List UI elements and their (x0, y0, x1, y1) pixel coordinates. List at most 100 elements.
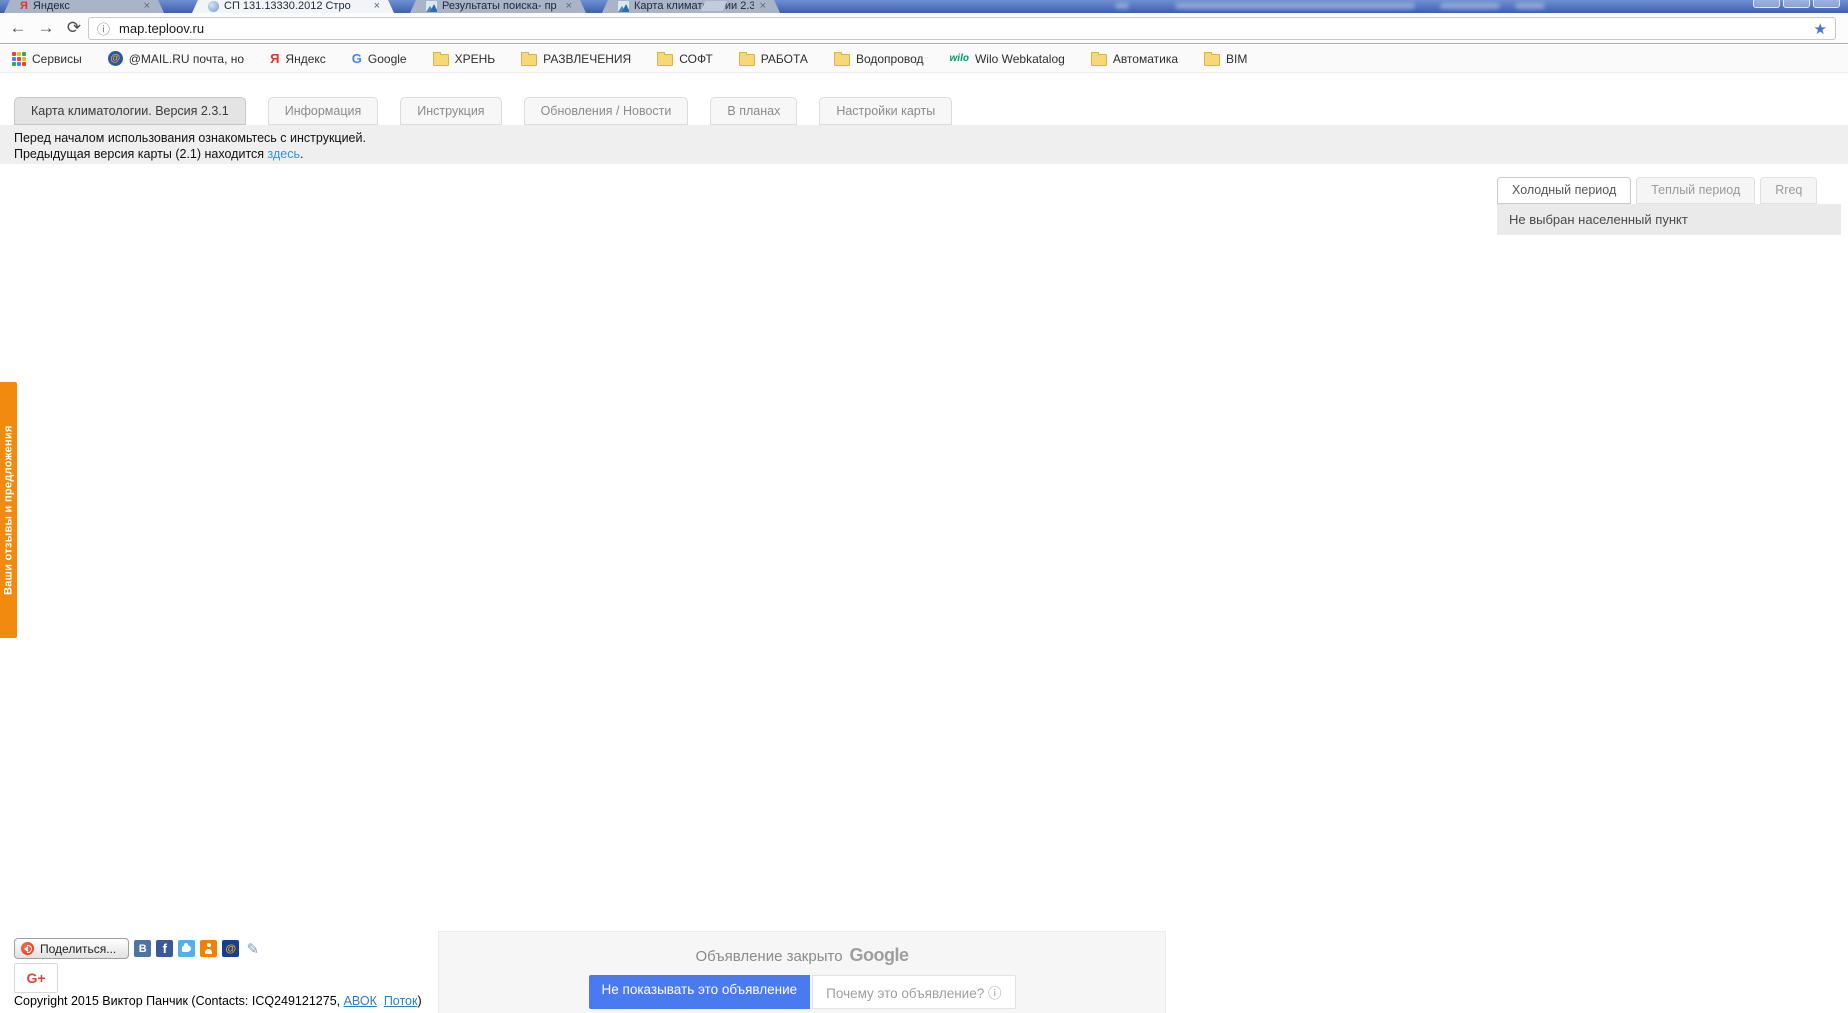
google-plus-button[interactable]: G+ (14, 963, 58, 993)
browser-tab-search-results[interactable]: Результаты поиска- пр × (410, 0, 586, 13)
previous-version-link[interactable]: здесь (268, 147, 300, 161)
folder-icon (1204, 54, 1220, 66)
minimize-button[interactable] (1753, 0, 1780, 8)
map-favicon-icon (426, 1, 437, 12)
bookmark-label: Google (368, 52, 407, 66)
notice-line2: Предыдущая версия карты (2.1) находится … (14, 146, 1848, 162)
bookmark-avtomatika[interactable]: Автоматика (1091, 51, 1178, 66)
google-ad-bar: Объявление закрытоGoogle Не показывать э… (438, 931, 1166, 1013)
odnoklassniki-icon[interactable] (200, 940, 217, 957)
bookmark-soft[interactable]: СОФТ (657, 51, 713, 66)
browser-tab-title: Карта климатологии 2.3 (634, 0, 754, 12)
titlebar-smudge (1440, 3, 1500, 9)
side-panel-tab-bar: Холодный период Теплый период Rreq (1497, 177, 1817, 204)
browser-tab-climate-map[interactable]: Карта климатологии 2.3 × (602, 0, 780, 13)
window-titlebar: Я Яндекс × СП 131.13330.2012 Стро × Резу… (0, 0, 1848, 13)
titlebar-smudge (1115, 3, 1129, 9)
twitter-bird-icon (182, 945, 191, 952)
avok-link[interactable]: АВОК (344, 994, 377, 1008)
bookmark-label: Водопровод (856, 52, 924, 66)
ad-closed-label: Объявление закрыто (695, 948, 842, 965)
folder-icon (433, 54, 449, 66)
bookmark-label: @MAIL.RU почта, но (129, 52, 244, 66)
folder-icon (1091, 54, 1107, 66)
apps-grid-icon (12, 52, 26, 66)
bookmark-bim[interactable]: BIM (1204, 51, 1247, 66)
back-icon[interactable]: ← (6, 15, 30, 41)
page-info-icon[interactable]: ⓘ (97, 19, 110, 38)
titlebar-smudge (1515, 3, 1545, 9)
odnoklassniki-person-icon (205, 943, 212, 954)
share-button[interactable]: Поделиться... (14, 938, 129, 959)
bookmark-google[interactable]: G Google (352, 51, 407, 66)
tab-obnovleniya-novosti[interactable]: Обновления / Новости (524, 97, 689, 125)
tab-cold-period[interactable]: Холодный период (1497, 177, 1631, 204)
bookmark-label: Сервисы (32, 52, 82, 66)
address-bar[interactable]: ⓘ map.teploov.ru ★ (88, 17, 1836, 40)
facebook-icon[interactable]: f (156, 940, 173, 957)
bookmark-yandex[interactable]: Я Яндекс (270, 51, 326, 66)
bookmark-rabota[interactable]: РАБОТА (739, 51, 808, 66)
browser-toolbar: ← → ⟳ ⓘ map.teploov.ru ★ (0, 13, 1848, 44)
tab-close-icon[interactable]: × (374, 1, 380, 12)
maximize-button[interactable] (1783, 0, 1810, 8)
tab-karta-klimatologii[interactable]: Карта климатологии. Версия 2.3.1 (14, 97, 246, 125)
titlebar-smudge (1175, 3, 1415, 9)
bookmark-vodoprovod[interactable]: Водопровод (834, 51, 924, 66)
copyright-line: Copyright 2015 Виктор Панчик (Contacts: … (14, 994, 422, 1008)
tab-warm-period[interactable]: Теплый период (1636, 177, 1755, 204)
ad-dismiss-button[interactable]: Не показывать это объявление (589, 975, 811, 1009)
tab-v-planah[interactable]: В планах (710, 97, 797, 125)
notice-line2-text: Предыдущая версия карты (2.1) находится (14, 147, 268, 161)
side-panel-message: Не выбран населенный пункт (1497, 204, 1841, 235)
folder-icon (521, 54, 537, 66)
forward-icon[interactable]: → (34, 15, 58, 41)
tab-rreq[interactable]: Rreq (1760, 177, 1817, 204)
tab-informaciya[interactable]: Информация (268, 97, 379, 125)
globe-favicon-icon (208, 1, 219, 12)
bookmarks-bar: Сервисы @ @MAIL.RU почта, но Я Яндекс G … (0, 45, 1848, 73)
vk-icon[interactable]: В (134, 940, 151, 957)
browser-tab-sp131[interactable]: СП 131.13330.2012 Стро × (192, 0, 394, 13)
reload-icon[interactable]: ⟳ (62, 15, 86, 41)
bookmark-servisy[interactable]: Сервисы (12, 52, 82, 66)
bookmark-label: ХРЕНЬ (455, 52, 496, 66)
mailru-icon: @ (108, 51, 123, 66)
tab-close-icon[interactable]: × (760, 1, 766, 12)
browser-tab-title: Яндекс (33, 0, 138, 12)
url-text[interactable]: map.teploov.ru (119, 21, 204, 36)
pen-icon[interactable]: ✎ (244, 940, 261, 957)
share-button-label: Поделиться... (40, 942, 116, 956)
close-button[interactable] (1813, 0, 1840, 8)
browser-tab-title: СП 131.13330.2012 Стро (224, 0, 368, 12)
notice-band: Перед началом использования ознакомьтесь… (0, 125, 1848, 164)
ad-closed-text: Объявление закрытоGoogle (439, 945, 1165, 966)
new-tab-button[interactable] (701, 1, 727, 11)
google-icon: G (352, 51, 362, 66)
bookmark-label: СОФТ (679, 52, 713, 66)
browser-tab-yandex[interactable]: Я Яндекс × (4, 0, 164, 13)
bookmark-hren[interactable]: ХРЕНЬ (433, 51, 496, 66)
tab-close-icon[interactable]: × (144, 1, 150, 12)
ad-why-button[interactable]: Почему это объявление? ⓘ (812, 975, 1015, 1009)
tab-nastroyki-karty[interactable]: Настройки карты (819, 97, 952, 125)
bookmark-wilo[interactable]: wilo Wilo Webkatalog (950, 52, 1065, 66)
yandex-favicon-icon: Я (20, 1, 28, 12)
tab-instrukciya[interactable]: Инструкция (400, 97, 501, 125)
bookmark-mailru[interactable]: @ @MAIL.RU почта, но (108, 51, 244, 66)
copyright-text: Copyright 2015 Виктор Панчик (Contacts: … (14, 994, 344, 1008)
page-tab-bar: Карта климатологии. Версия 2.3.1 Информа… (14, 97, 952, 125)
folder-icon (739, 54, 755, 66)
yandex-icon: Я (270, 51, 279, 66)
share-icon (21, 942, 34, 955)
twitter-icon[interactable] (178, 940, 195, 957)
mailru-share-icon[interactable]: @ (222, 940, 239, 957)
bookmark-star-icon[interactable]: ★ (1814, 20, 1827, 38)
feedback-banner[interactable]: Ваши отзывы и предложения (0, 382, 17, 638)
potok-link[interactable]: Поток (384, 994, 418, 1008)
bookmark-label: Яндекс (285, 52, 325, 66)
tab-close-icon[interactable]: × (566, 1, 572, 12)
bookmark-razvlecheniya[interactable]: РАЗВЛЕЧЕНИЯ (521, 51, 631, 66)
browser-window: Я Яндекс × СП 131.13330.2012 Стро × Резу… (0, 0, 1848, 1013)
ad-buttons: Не показывать это объявление Почему это … (439, 975, 1165, 1009)
